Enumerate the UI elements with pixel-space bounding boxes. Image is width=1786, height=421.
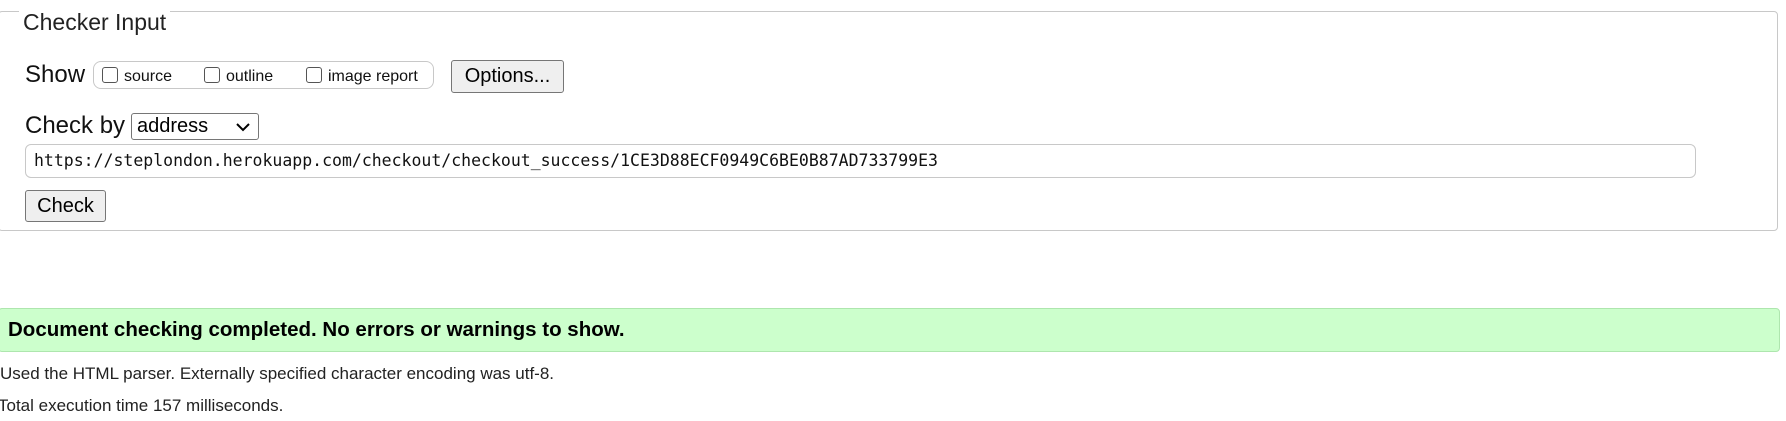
show-outline-option[interactable]: outline: [204, 64, 273, 86]
url-input[interactable]: https://steplondon.herokuapp.com/checkou…: [25, 144, 1696, 178]
show-image-report-option[interactable]: image report: [306, 64, 418, 86]
source-checkbox-label: source: [124, 68, 173, 85]
check-by-select[interactable]: address: [131, 113, 259, 140]
source-checkbox[interactable]: [102, 67, 118, 83]
outline-checkbox-label: outline: [226, 68, 274, 85]
options-button[interactable]: Options...: [451, 60, 564, 93]
chevron-down-icon: [236, 123, 250, 132]
checker-input-legend: Checker Input: [19, 10, 171, 34]
image-report-checkbox-label: image report: [328, 68, 418, 85]
result-success-banner: Document checking completed. No errors o…: [0, 308, 1780, 352]
result-message: Document checking completed. No errors o…: [8, 318, 625, 341]
parser-info-text: Used the HTML parser. Externally specifi…: [0, 364, 555, 383]
check-button[interactable]: Check: [25, 190, 106, 222]
validator-page: Checker Input Show source outline image …: [0, 0, 1786, 421]
show-label: Show: [25, 61, 86, 88]
image-report-checkbox[interactable]: [306, 67, 322, 83]
execution-time-text: Total execution time 157 milliseconds.: [0, 396, 284, 415]
check-by-selected-value: address: [137, 115, 209, 137]
check-by-label: Check by: [25, 112, 126, 139]
show-options-group: source outline image report: [93, 61, 434, 89]
outline-checkbox[interactable]: [204, 67, 220, 83]
show-source-option[interactable]: source: [102, 64, 172, 86]
checker-input-fieldset: Checker Input Show source outline image …: [0, 10, 1778, 231]
